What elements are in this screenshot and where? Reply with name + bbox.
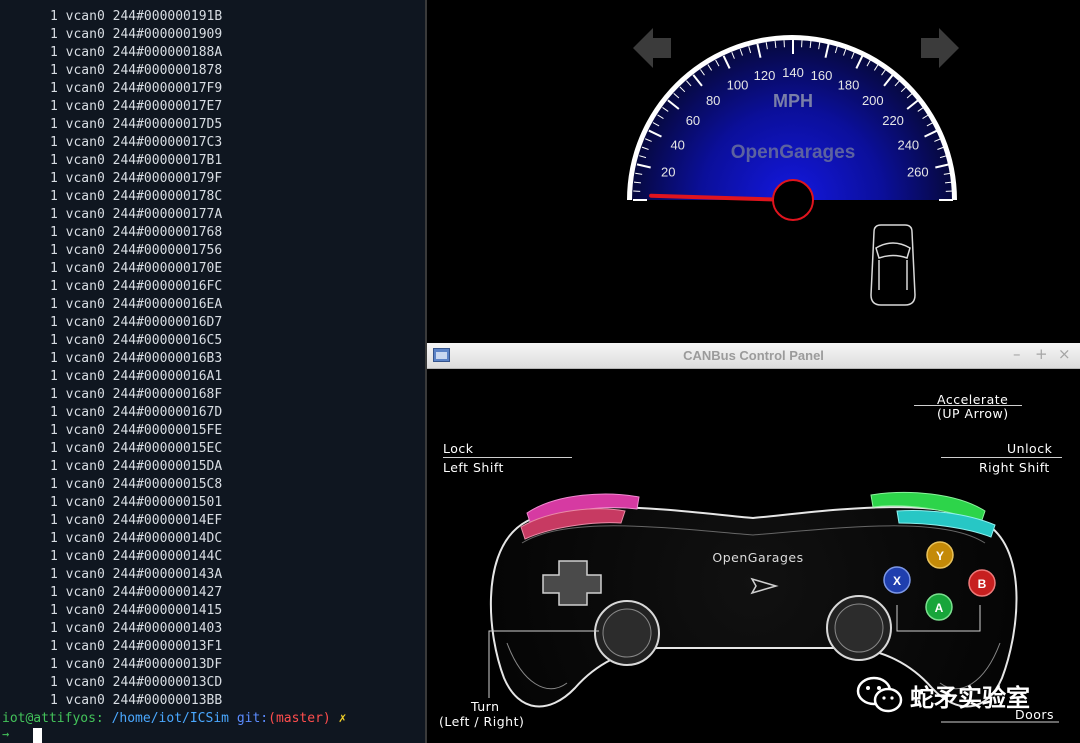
candump-line: 1 vcan0 244#000000167D (50, 405, 223, 420)
candump-line: 1 vcan0 244#00000015EC (50, 441, 223, 456)
gauge-tick-label: 20 (661, 165, 675, 180)
candump-line: 1 vcan0 244#0000001501 (50, 495, 223, 510)
candump-line: 1 vcan0 244#00000013CD (50, 675, 223, 690)
wechat-icon (856, 676, 903, 713)
turn-key-label: (Left / Right) (439, 714, 525, 729)
gauge-tick-label: 160 (811, 68, 833, 83)
candump-line: 1 vcan0 244#00000014DC (50, 531, 223, 546)
speedometer: 20406080100120 140 160180200220240260 MPH … (627, 35, 957, 221)
controller-brand-label: OpenGarages (712, 550, 803, 565)
face-button-y[interactable]: Y (926, 541, 954, 569)
left-thumbstick[interactable] (594, 600, 660, 666)
prompt-git-label: git: (236, 711, 269, 726)
prompt-git-branch: (master) (268, 711, 331, 726)
candump-line: 1 vcan0 244#000000188A (50, 45, 223, 60)
svg-text:Y: Y (936, 549, 944, 563)
gauge-tick-label: 40 (670, 137, 684, 152)
candump-line: 1 vcan0 244#00000016A1 (50, 369, 223, 384)
gauge-tick-label: 260 (907, 165, 929, 180)
watermark-text: 蛇矛实验室 (910, 684, 1030, 712)
speed-unit-label: MPH (773, 91, 813, 111)
gauge-tick-label: 120 (754, 68, 776, 83)
candump-line: 1 vcan0 244#00000014EF (50, 513, 223, 528)
candump-line: 1 vcan0 244#000000144C (50, 549, 223, 564)
gauge-tick-label: 140 (782, 65, 804, 80)
candump-line: 1 vcan0 244#00000017D5 (50, 117, 223, 132)
candump-line: 1 vcan0 244#00000013BB (50, 693, 223, 708)
candump-line: 1 vcan0 244#0000001403 (50, 621, 223, 636)
instrument-cluster-window: 20 40 60 80 100 120 140 160 180 200 220 240 260 MPH … (427, 0, 1080, 343)
candump-line: 1 vcan0 244#00000017F9 (50, 81, 223, 96)
candump-line: 1 vcan0 244#00000016C5 (50, 333, 223, 348)
candump-line: 1 vcan0 244#000000143A (50, 567, 223, 582)
candump-line: 1 vcan0 244#00000016B3 (50, 351, 223, 366)
svg-text:A: A (935, 601, 944, 615)
candump-line: 1 vcan0 244#000000168F (50, 387, 223, 402)
candump-line: 1 vcan0 244#000000170E (50, 261, 223, 276)
instrument-cluster-canvas: 20406080100120 140 160180200220240260 MPH … (627, 28, 959, 306)
candump-line: 1 vcan0 244#000000179F (50, 171, 223, 186)
turn-label: Turn (471, 699, 500, 714)
face-button-x[interactable]: X (883, 566, 911, 594)
face-button-b[interactable]: B (968, 569, 996, 597)
prompt-arrow: → (2, 727, 10, 741)
terminal-cursor (33, 728, 42, 743)
right-arrow-icon (921, 28, 959, 68)
candump-line: 1 vcan0 244#00000017E7 (50, 99, 223, 114)
candump-line: 1 vcan0 244#00000015FE (50, 423, 223, 438)
candump-line: 1 vcan0 244#000000178C (50, 189, 223, 204)
candump-line: 1 vcan0 244#00000015DA (50, 459, 223, 474)
candump-line: 1 vcan0 244#000000177A (50, 207, 223, 222)
candump-line: 1 vcan0 244#00000013DF (50, 657, 223, 672)
candump-output: 1 vcan0 244#000000191B 1 vcan0 244#000000… (0, 8, 425, 710)
shell-prompt: iot@attifyos: /home/iot/ICSim git:(maste… (2, 710, 346, 728)
prompt-dirty-icon: ✗ (338, 711, 347, 726)
terminal-window[interactable]: 1 vcan0 244#000000191B 1 vcan0 244#000000… (0, 0, 425, 743)
candump-line: 1 vcan0 244#00000016EA (50, 297, 223, 312)
gauge-tick-label: 180 (838, 78, 860, 93)
candump-line: 1 vcan0 244#00000016FC (50, 279, 223, 294)
needle-hub (772, 179, 814, 221)
right-thumbstick[interactable] (826, 595, 892, 661)
candump-line: 1 vcan0 244#0000001909 (50, 27, 223, 42)
candump-line: 1 vcan0 244#0000001756 (50, 243, 223, 258)
candump-line: 1 vcan0 244#00000016D7 (50, 315, 223, 330)
candump-line: 1 vcan0 244#00000013F1 (50, 639, 223, 654)
svg-text:B: B (978, 577, 987, 591)
candump-line: 1 vcan0 244#0000001427 (50, 585, 223, 600)
candump-line: 1 vcan0 244#00000017B1 (50, 153, 223, 168)
candump-line: 1 vcan0 244#0000001768 (50, 225, 223, 240)
car-top-icon (870, 224, 916, 306)
candump-line: 1 vcan0 244#00000015C8 (50, 477, 223, 492)
face-button-a[interactable]: A (925, 593, 953, 621)
gauge-tick-label: 220 (882, 113, 904, 128)
svg-text:X: X (893, 574, 901, 588)
gauge-brand-label: OpenGarages (731, 142, 856, 163)
prompt-user-host: iot@attifyos: (2, 711, 104, 726)
gauge-tick-label: 60 (686, 113, 700, 128)
candump-line: 1 vcan0 244#000000191B (50, 9, 223, 24)
gauge-tick-label: 100 (727, 78, 749, 93)
left-arrow-icon (633, 28, 671, 68)
candump-line: 1 vcan0 244#00000017C3 (50, 135, 223, 150)
prompt-path: /home/iot/ICSim (111, 711, 229, 726)
gauge-tick-label: 80 (706, 93, 720, 108)
candump-line: 1 vcan0 244#0000001415 (50, 603, 223, 618)
gauge-tick-label: 240 (897, 137, 919, 152)
candump-line: 1 vcan0 244#0000001878 (50, 63, 223, 78)
gauge-tick-label: 200 (862, 93, 884, 108)
